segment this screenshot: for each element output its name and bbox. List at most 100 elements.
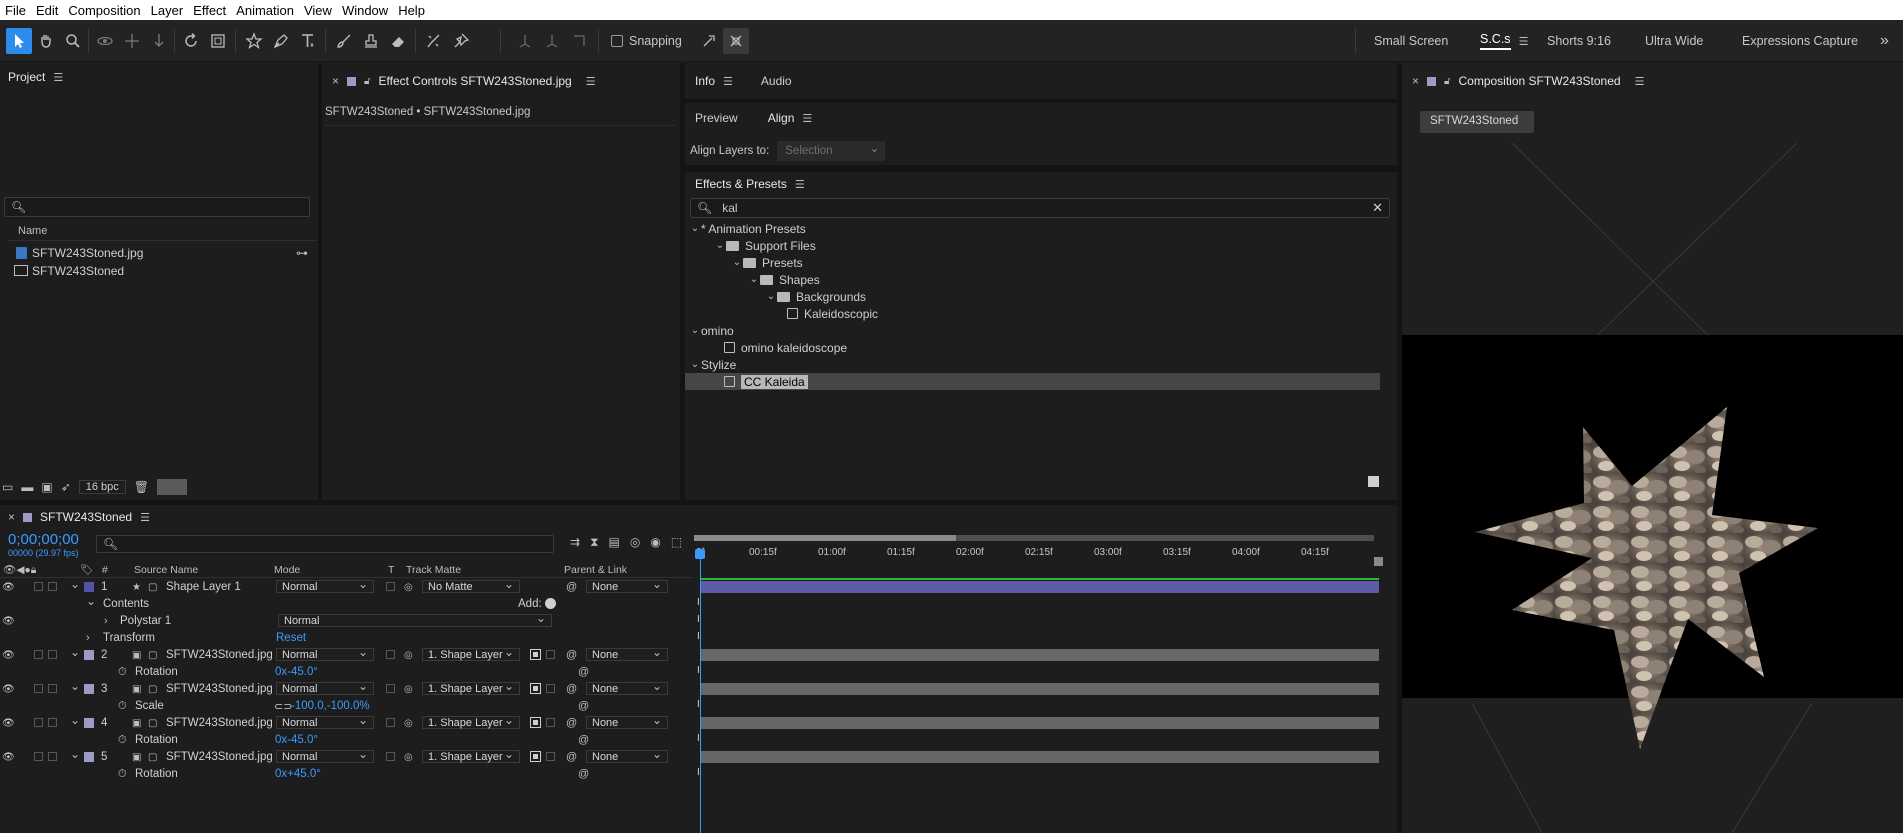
- new-folder-icon[interactable]: ▬: [21, 480, 33, 494]
- type-tool[interactable]: [295, 28, 321, 54]
- transform-row[interactable]: › Transform Reset: [0, 631, 700, 645]
- tab-preview[interactable]: Preview: [695, 111, 738, 125]
- render-icon[interactable]: ➶: [61, 480, 71, 494]
- timeline-search-input[interactable]: 🔍︎: [96, 535, 554, 553]
- stopwatch-icon[interactable]: ⏱︎: [118, 700, 127, 713]
- workspace-menu-icon[interactable]: ☰: [1519, 35, 1529, 48]
- effects-folder-item[interactable]: ⌄ Shapes: [685, 271, 1380, 288]
- matte-alpha-icon[interactable]: [530, 717, 541, 728]
- solo-switch[interactable]: [34, 684, 43, 693]
- column-mode[interactable]: Mode: [274, 564, 300, 576]
- panel-menu-icon[interactable]: ☰: [586, 75, 596, 88]
- pickwhip-icon[interactable]: @: [578, 700, 589, 712]
- pickwhip-icon[interactable]: @: [578, 734, 589, 746]
- layer-label-color[interactable]: [84, 752, 94, 762]
- solo-switch[interactable]: [34, 650, 43, 659]
- effects-search-input[interactable]: 🔍︎ kal ✕: [690, 198, 1390, 218]
- layer-bar-2[interactable]: [700, 649, 1379, 661]
- clone-stamp-tool[interactable]: [358, 28, 384, 54]
- reset-link[interactable]: Reset: [276, 632, 306, 644]
- composition-nav-button[interactable]: SFTW243Stoned: [1420, 111, 1534, 133]
- visibility-icon[interactable]: 👁︎: [2, 616, 15, 627]
- snapping-toggle[interactable]: Snapping: [611, 34, 682, 48]
- effects-folder-item[interactable]: ⌄ Support Files: [685, 237, 1380, 254]
- workspace-scs[interactable]: S.C.s ☰: [1480, 20, 1528, 62]
- pan-tool[interactable]: [119, 28, 145, 54]
- twirl-chevron-icon[interactable]: ⌄: [70, 577, 80, 591]
- menu-animation[interactable]: Animation: [231, 3, 299, 18]
- matte-link-icon[interactable]: ◎: [404, 752, 413, 763]
- layer-bar-3[interactable]: [700, 683, 1379, 695]
- solo-switch[interactable]: [34, 752, 43, 761]
- stopwatch-icon[interactable]: ⏱︎: [118, 734, 127, 747]
- stopwatch-icon[interactable]: ⏱︎: [118, 666, 127, 679]
- parent-dropdown[interactable]: None: [586, 679, 668, 695]
- interpret-footage-icon[interactable]: ▭: [2, 480, 13, 494]
- polystar-mode-dropdown[interactable]: Normal: [278, 611, 552, 627]
- column-source-name[interactable]: Source Name: [134, 564, 198, 576]
- roto-brush-tool[interactable]: [421, 28, 447, 54]
- polystar-label[interactable]: Polystar 1: [120, 615, 171, 627]
- close-icon[interactable]: ×: [332, 74, 339, 88]
- menu-view[interactable]: View: [299, 3, 337, 18]
- tab-info[interactable]: Info: [695, 74, 715, 88]
- effects-folder-item[interactable]: ⌄ Backgrounds: [685, 288, 1380, 305]
- puppet-tool[interactable]: [448, 28, 474, 54]
- brush-tool[interactable]: [331, 28, 357, 54]
- track-matte-dropdown[interactable]: 1. Shape Layer 1: [422, 747, 520, 763]
- new-bin-icon[interactable]: [1368, 476, 1379, 487]
- chevron-down-icon[interactable]: ⌄: [765, 291, 777, 302]
- chevron-down-icon[interactable]: ⌄: [689, 223, 701, 234]
- matte-alpha-icon[interactable]: [530, 683, 541, 694]
- mode-dropdown[interactable]: Normal: [276, 747, 374, 763]
- camera-behind-tool[interactable]: [205, 28, 231, 54]
- track-matte-dropdown[interactable]: 1. Shape Layer 1: [422, 713, 520, 729]
- pickwhip-icon[interactable]: @: [566, 581, 577, 593]
- chevron-down-icon[interactable]: ⌄: [748, 274, 760, 285]
- project-item-composition[interactable]: SFTW243Stoned: [0, 262, 318, 279]
- layer-bar-5[interactable]: [700, 751, 1379, 763]
- layer-name[interactable]: SFTW243Stoned.jpg: [166, 751, 273, 763]
- visibility-icon[interactable]: 👁︎: [2, 650, 15, 661]
- close-icon[interactable]: ×: [1412, 74, 1419, 88]
- transform-label[interactable]: Transform: [103, 632, 155, 644]
- property-row-3[interactable]: ⏱︎ Scale ⊂⊃ -100.0,-100.0% @: [0, 699, 700, 713]
- layer-row-5[interactable]: 👁︎ ⌄ 5 ▣ ▢ SFTW243Stoned.jpg Normal ◎ 1. Shape L…: [0, 747, 700, 764]
- matte-invert-switch[interactable]: [546, 684, 555, 693]
- track-matte-dropdown[interactable]: 1. Shape Layer 1: [422, 679, 520, 695]
- matte-invert-switch[interactable]: [546, 752, 555, 761]
- trash-icon[interactable]: 🗑︎: [134, 480, 149, 494]
- property-value[interactable]: -100.0,-100.0%: [291, 700, 370, 712]
- preserve-transparency-box[interactable]: [386, 582, 395, 591]
- matte-link-icon[interactable]: ◎: [404, 684, 413, 695]
- comp-flowchart-icon[interactable]: ⇉: [570, 535, 580, 550]
- twirl-chevron-icon[interactable]: ›: [86, 632, 90, 644]
- twirl-chevron-icon[interactable]: ›: [104, 615, 108, 627]
- matte-link-icon[interactable]: ◎: [404, 718, 413, 729]
- zoom-tool[interactable]: [60, 28, 86, 54]
- matte-invert-switch[interactable]: [546, 650, 555, 659]
- twirl-chevron-icon[interactable]: ⌄: [70, 713, 80, 727]
- add-label[interactable]: Add:: [518, 598, 542, 610]
- layer-label-color[interactable]: [84, 684, 94, 694]
- rotate-tool[interactable]: [178, 28, 204, 54]
- menu-file[interactable]: File: [0, 3, 31, 18]
- lock-switch[interactable]: [48, 684, 57, 693]
- workspace-overflow-icon[interactable]: »: [1880, 20, 1889, 62]
- timeline-title[interactable]: SFTW243Stoned: [40, 510, 132, 524]
- frame-blending-icon[interactable]: ◎: [630, 535, 640, 550]
- layer-label-color[interactable]: [84, 718, 94, 728]
- column-parent[interactable]: Parent & Link: [564, 564, 627, 576]
- solo-switch[interactable]: [34, 718, 43, 727]
- panel-menu-icon[interactable]: ☰: [53, 71, 63, 84]
- panel-menu-icon[interactable]: ☰: [723, 75, 733, 88]
- work-area-bar[interactable]: [694, 535, 956, 541]
- layer-row-3[interactable]: 👁︎ ⌄ 3 ▣ ▢ SFTW243Stoned.jpg Normal ◎ 1. Shape L…: [0, 679, 700, 696]
- effects-preset-item[interactable]: CC Kaleida: [685, 373, 1380, 390]
- track-matte-dropdown[interactable]: 1. Shape Layer 1: [422, 645, 520, 661]
- lock-switch[interactable]: [48, 650, 57, 659]
- twirl-chevron-icon[interactable]: ⌄: [70, 747, 80, 761]
- effects-preset-item[interactable]: Kaleidoscopic: [685, 305, 1380, 322]
- time-navigator[interactable]: [694, 535, 1374, 541]
- motion-blur-icon[interactable]: ◉: [650, 535, 660, 550]
